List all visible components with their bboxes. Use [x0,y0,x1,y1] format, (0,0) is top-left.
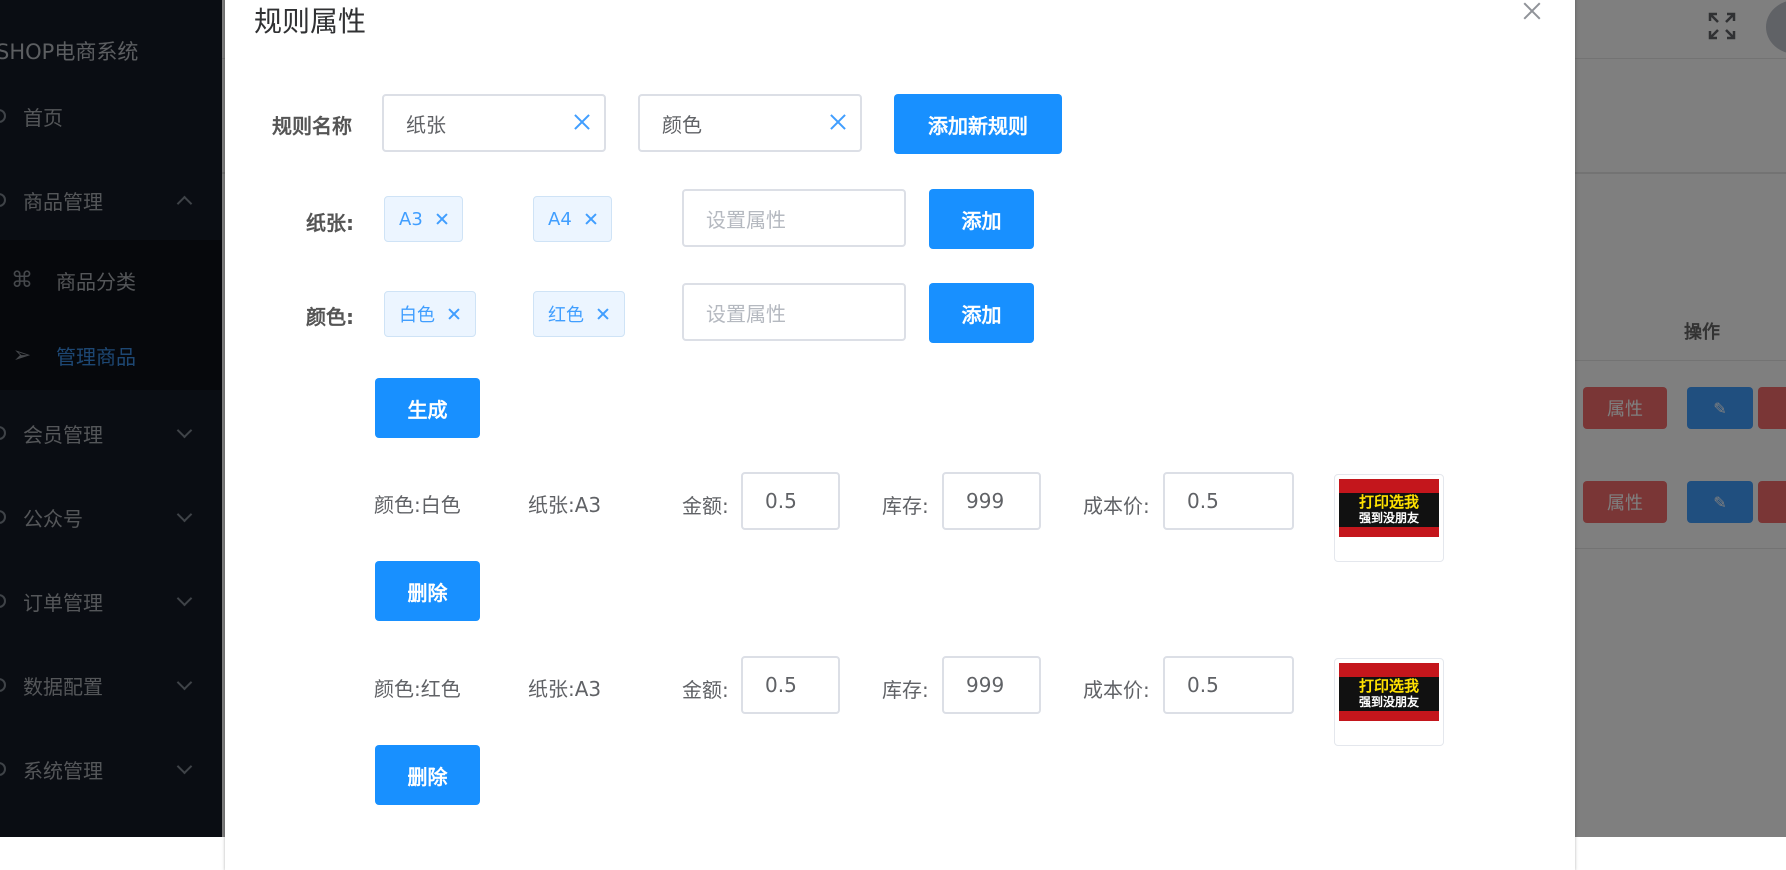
amount-label: 金额: [682,494,729,518]
image-text-line2: 强到没朋友 [1358,511,1419,525]
product-image: 打印选我 强到没朋友 [1339,663,1439,721]
delete-sku-button[interactable]: 删除 [375,745,480,805]
sku-paper: 纸张:A3 [528,493,602,517]
sku-image-upload[interactable]: 打印选我 强到没朋友 [1334,474,1444,562]
image-text-line2: 强到没朋友 [1358,695,1419,709]
cost-input[interactable]: 0.5 [1163,472,1294,530]
cost-label: 成本价: [1083,678,1150,702]
tag-close-icon[interactable] [447,307,461,321]
amount-input[interactable]: 0.5 [741,472,840,530]
attribute-tag: A3 [384,196,463,242]
tag-label: A4 [548,208,572,230]
tag-label: 红色 [548,305,584,326]
close-icon[interactable] [1520,0,1544,24]
generate-button[interactable]: 生成 [375,378,480,438]
tag-label: A3 [399,208,423,230]
cost-label: 成本价: [1083,494,1150,518]
tag-close-icon[interactable] [435,212,449,226]
clear-icon[interactable] [572,112,592,132]
rule-name-value: 颜色 [662,112,702,137]
clear-icon[interactable] [828,112,848,132]
rule-name-value: 纸张 [406,112,446,137]
tag-label: 白色 [399,305,435,326]
amount-label: 金额: [682,678,729,702]
attribute-label: 颜色: [306,305,354,329]
attribute-tag: 白色 [384,291,476,337]
sku-image-upload[interactable]: 打印选我 强到没朋友 [1334,658,1444,746]
image-text-line1: 打印选我 [1358,677,1419,695]
attribute-input[interactable]: 设置属性 [682,189,906,247]
image-text-line1: 打印选我 [1358,493,1419,511]
attribute-tag: A4 [533,196,612,242]
dialog-title: 规则属性 [254,5,367,38]
rule-name-input[interactable]: 颜色 [638,94,862,152]
add-attribute-button[interactable]: 添加 [929,283,1034,343]
rule-name-label: 规则名称 [272,114,352,138]
product-image: 打印选我 强到没朋友 [1339,479,1439,537]
sku-paper: 纸张:A3 [528,677,602,701]
cost-input[interactable]: 0.5 [1163,656,1294,714]
delete-sku-button[interactable]: 删除 [375,561,480,621]
rule-name-input[interactable]: 纸张 [382,94,606,152]
add-attribute-button[interactable]: 添加 [929,189,1034,249]
attribute-input[interactable]: 设置属性 [682,283,906,341]
amount-input[interactable]: 0.5 [741,656,840,714]
sku-color: 颜色:红色 [374,677,461,701]
stock-label: 库存: [882,678,929,702]
tag-close-icon[interactable] [596,307,610,321]
sku-color: 颜色:白色 [374,493,461,517]
stock-input[interactable]: 999 [942,472,1041,530]
stock-label: 库存: [882,494,929,518]
tag-close-icon[interactable] [584,212,598,226]
stock-input[interactable]: 999 [942,656,1041,714]
attribute-label: 纸张: [306,211,354,235]
add-rule-button[interactable]: 添加新规则 [894,94,1062,154]
attribute-tag: 红色 [533,291,625,337]
